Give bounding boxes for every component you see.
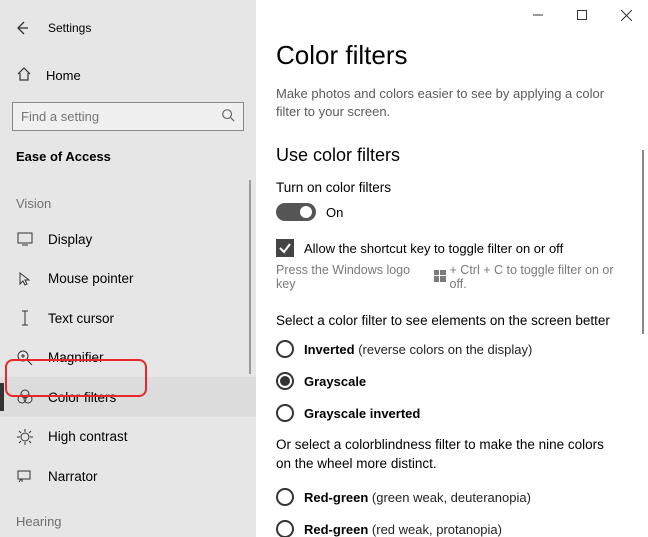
maximize-button[interactable] bbox=[560, 0, 604, 30]
close-button[interactable] bbox=[604, 0, 648, 30]
window-title: Settings bbox=[48, 21, 91, 35]
page-title: Color filters bbox=[276, 40, 630, 71]
sidebar-home[interactable]: Home bbox=[0, 58, 256, 94]
radio-inverted[interactable]: Inverted (reverse colors on the display) bbox=[276, 340, 630, 358]
sidebar-item-label: Text cursor bbox=[48, 311, 114, 326]
sidebar-category: Ease of Access bbox=[0, 143, 256, 178]
sidebar-item-label: Color filters bbox=[48, 390, 116, 405]
radio-grayscale[interactable]: Grayscale bbox=[276, 372, 630, 390]
filter-select-label: Select a color filter to see elements on… bbox=[276, 313, 630, 328]
section-heading: Use color filters bbox=[276, 145, 630, 166]
sidebar-item-text-cursor[interactable]: Text cursor bbox=[0, 298, 256, 338]
narrator-icon bbox=[16, 469, 34, 483]
sidebar-item-magnifier[interactable]: Magnifier bbox=[0, 338, 256, 378]
mouse-pointer-icon bbox=[16, 271, 34, 287]
magnifier-icon bbox=[16, 350, 34, 366]
search-input[interactable] bbox=[21, 109, 221, 124]
sidebar-home-label: Home bbox=[46, 68, 81, 83]
shortcut-hint: Press the Windows logo key + Ctrl + C to… bbox=[276, 263, 630, 291]
sidebar-item-label: High contrast bbox=[48, 429, 128, 444]
search-icon bbox=[221, 108, 235, 125]
sidebar-item-label: Display bbox=[48, 232, 92, 247]
sidebar-item-display[interactable]: Display bbox=[0, 219, 256, 259]
minimize-button[interactable] bbox=[516, 0, 560, 30]
shortcut-checkbox[interactable] bbox=[276, 239, 294, 257]
windows-key-icon bbox=[434, 270, 446, 285]
sidebar-item-label: Narrator bbox=[48, 469, 98, 484]
checkbox-label: Allow the shortcut key to toggle filter … bbox=[304, 241, 563, 256]
toggle-state: On bbox=[326, 205, 343, 220]
sidebar-group-hearing: Hearing bbox=[0, 496, 256, 537]
text-cursor-icon bbox=[16, 310, 34, 326]
sidebar-item-mouse-pointer[interactable]: Mouse pointer bbox=[0, 259, 256, 299]
search-box[interactable] bbox=[12, 102, 244, 132]
sidebar-item-label: Magnifier bbox=[48, 350, 104, 365]
sidebar-item-high-contrast[interactable]: High contrast bbox=[0, 417, 256, 457]
back-button[interactable] bbox=[8, 14, 36, 42]
main-scrollbar[interactable] bbox=[642, 150, 644, 334]
sidebar-item-narrator[interactable]: Narrator bbox=[0, 456, 256, 496]
radio-grayscale-inverted[interactable]: Grayscale inverted bbox=[276, 404, 630, 422]
toggle-label: Turn on color filters bbox=[276, 180, 630, 195]
home-icon bbox=[16, 66, 32, 85]
sidebar-scrollbar[interactable] bbox=[249, 180, 251, 374]
or-text: Or select a colorblindness filter to mak… bbox=[276, 436, 616, 474]
high-contrast-icon bbox=[16, 429, 34, 445]
color-filters-toggle[interactable] bbox=[276, 203, 316, 221]
display-icon bbox=[16, 232, 34, 246]
sidebar-group-vision: Vision bbox=[0, 178, 256, 219]
sidebar-item-label: Mouse pointer bbox=[48, 271, 134, 286]
radio-red-green-protanopia[interactable]: Red-green (red weak, protanopia) bbox=[276, 520, 630, 537]
sidebar-item-color-filters[interactable]: Color filters bbox=[0, 377, 256, 417]
radio-red-green-deuteranopia[interactable]: Red-green (green weak, deuteranopia) bbox=[276, 488, 630, 506]
page-description: Make photos and colors easier to see by … bbox=[276, 85, 606, 121]
color-filters-icon bbox=[16, 389, 34, 405]
